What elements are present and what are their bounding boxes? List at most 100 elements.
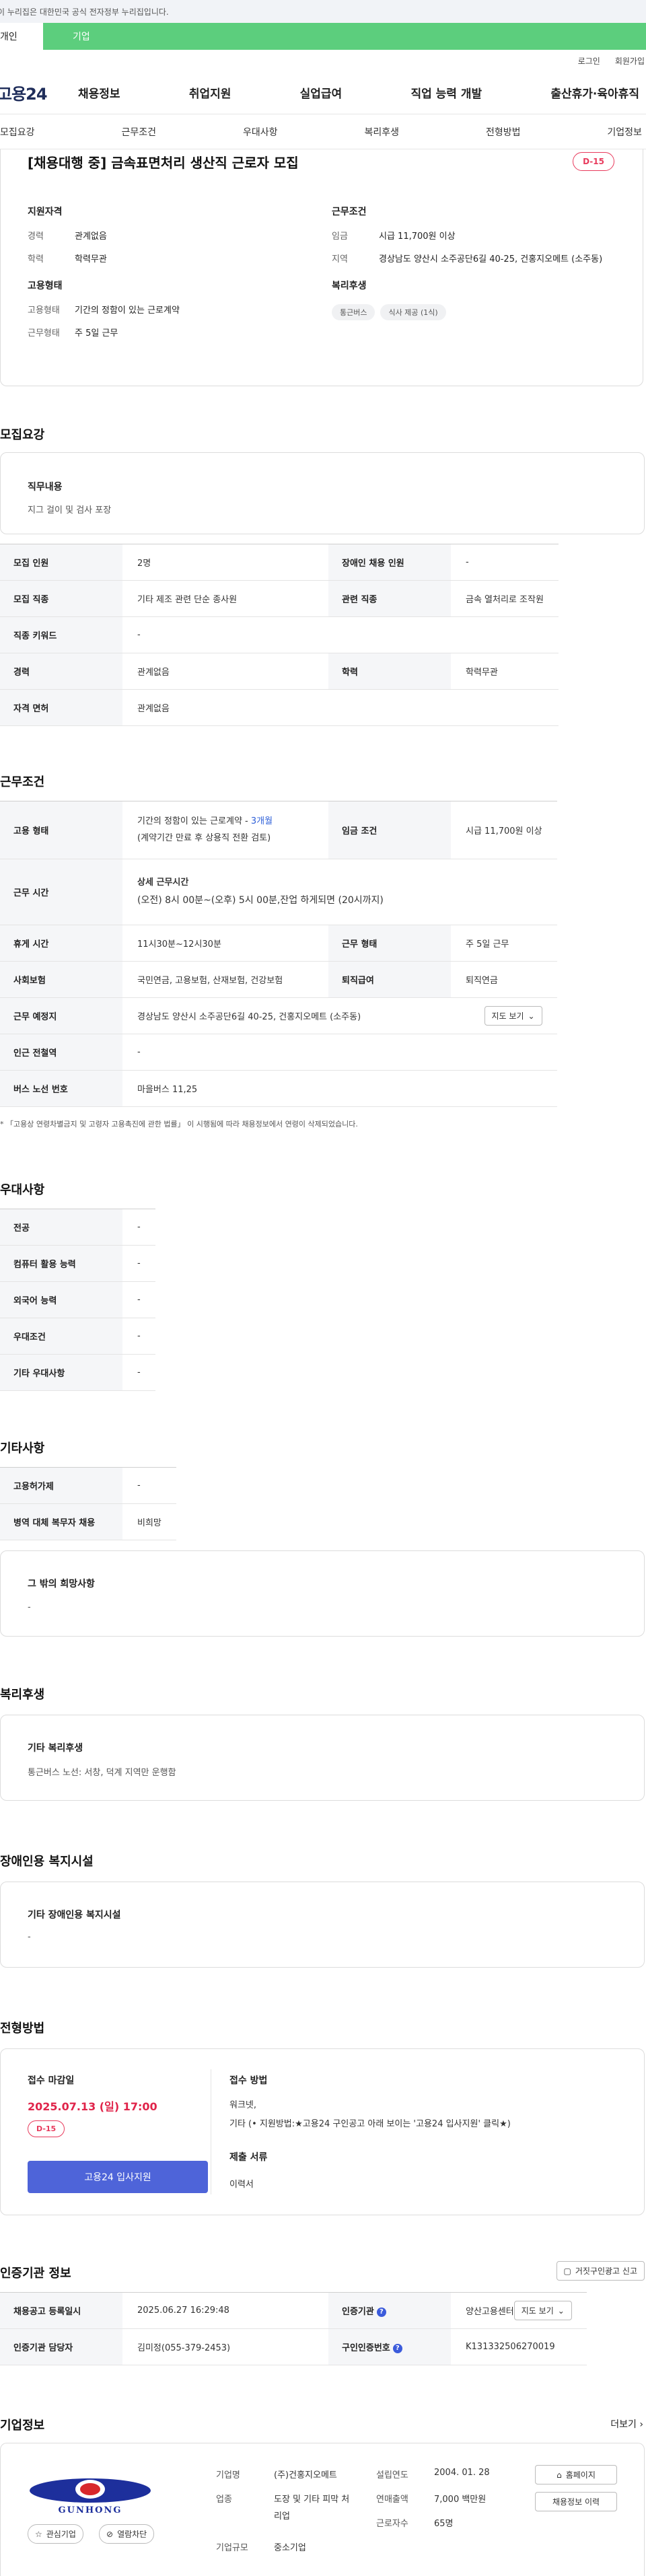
apply-box: 접수 마감일 2025.07.13 (일) 17:00 D-15 고용24 입사… <box>0 2048 645 2215</box>
summary-row: 고용형태 기간의 정함이 있는 근로계약 <box>28 306 180 316</box>
table-row: 경력 관계없음 학력 학력무관 <box>0 653 559 690</box>
summary-row: 근무형태 주 5일 근무 <box>28 328 118 339</box>
gov-banner: 이 누리집은 대한민국 공식 전자정부 누리집입니다. <box>0 0 646 23</box>
tab-personal[interactable]: 개인 <box>0 23 43 50</box>
info-icon[interactable]: ? <box>376 2307 386 2317</box>
summary-row: 지역 경상남도 양산시 소주공단6길 40-25, 건홍지오메트 (소주동) <box>332 254 603 265</box>
table-row: 휴게 시간 11시30분~12시30분 근무 형태 주 5일 근무 <box>0 925 557 962</box>
section-recruit-title: 모집요강 <box>0 428 45 442</box>
dday-badge: D-15 <box>573 152 614 171</box>
user-type-tabs: 개인 기업 <box>0 23 646 50</box>
gnb-item-jobs[interactable]: 채용정보 <box>78 84 120 101</box>
table-row: 병역 대체 복무자 채용 비희망 <box>0 1503 176 1540</box>
gnb-item-training[interactable]: 직업 능력 개발 <box>410 84 482 101</box>
summary-welfare: 복리후생 통근버스 식사 제공 (1식) <box>332 279 616 350</box>
section-welfare-title: 복리후생 <box>0 1688 45 1702</box>
table-row: 외국어 능력 - <box>0 1281 155 1318</box>
section-apply-title: 전형방법 <box>0 2022 45 2036</box>
chevron-down-icon: ⌄ <box>528 1011 535 1021</box>
work-table: 고용 형태 기간의 정함이 있는 근로계약 - 3개월 (계약기간 만료 후 상용… <box>0 801 557 1107</box>
gnb-menu: 채용정보 취업지원 실업급여 직업 능력 개발 출산휴가·육아휴직 <box>78 84 646 101</box>
table-row: 버스 노선 번호 마을버스 11,25 <box>0 1070 557 1107</box>
cert-table: 채용공고 등록일시 2025.06.27 16:29:48 인증기관? 양산고용센… <box>0 2292 587 2365</box>
welfare-chip: 통근버스 <box>332 304 375 321</box>
table-row: 우대조건 - <box>0 1318 155 1355</box>
pref-table: 전공 - 컴퓨터 활용 능력 - 외국어 능력 - 우대조건 - 기타 우대사항 - <box>0 1209 155 1391</box>
more-link[interactable]: 더보기 › <box>610 2417 643 2431</box>
gnb-item-unemployment[interactable]: 실업급여 <box>300 84 343 101</box>
section-cert-title: 인증기관 정보 <box>0 2266 71 2281</box>
block-icon: ⊘ <box>106 2529 114 2539</box>
section-company-title: 기업정보 <box>0 2419 45 2433</box>
dday-badge: D-15 <box>28 2120 65 2137</box>
homepage-button[interactable]: ⌂ 홈페이지 <box>535 2465 617 2484</box>
age-note: * 「고용상 연령차별금지 및 고령자 고용촉진에 관한 법률」 이 시행됨에 … <box>0 1120 358 1129</box>
tab-company[interactable]: 기업 <box>43 23 646 50</box>
login-link[interactable]: 로그인 <box>578 55 600 67</box>
table-row: 모집 인원 2명 장애인 채용 인원 - <box>0 544 559 581</box>
welfare-box: 기타 복리후생 통근버스 노선: 서창, 덕계 지역만 운행함 <box>0 1715 645 1801</box>
company-box: GUNHONG ☆ 관심기업 ⊘ 열람차단 기업명 (주)건홍지오메트 업종 도장 … <box>0 2443 645 2576</box>
summary-cond: 근무조건 임금 시급 11,700원 이상 지역 경상남도 양산시 소주공단6길 4… <box>332 205 616 276</box>
job-desc-box: 직무내용 지그 걸이 및 검사 포장 <box>0 452 645 534</box>
table-row: 근무 예정지 경상남도 양산시 소주공단6길 40-25, 건홍지오메트 (소주… <box>0 997 557 1034</box>
star-icon: ☆ <box>35 2529 42 2539</box>
chevron-down-icon: ⌄ <box>557 2305 565 2316</box>
favorite-company-button[interactable]: ☆ 관심기업 <box>28 2524 83 2544</box>
table-row: 고용허가제 - <box>0 1467 176 1504</box>
home-icon: ⌂ <box>557 2470 562 2480</box>
table-row: 근무 시간 상세 근무시간 (오전) 8시 00분~(오후) 5시 00분,잔업 … <box>0 859 557 925</box>
report-button[interactable]: ▢ 거짓구인광고 신고 <box>556 2261 645 2281</box>
summary-emp: 고용형태 고용형태 기간의 정함이 있는 근로계약 근무형태 주 5일 근무 <box>28 279 312 350</box>
block-view-button[interactable]: ⊘ 열람차단 <box>99 2524 155 2544</box>
summary-qual: 지원자격 경력 관계없음 학력 학력무관 <box>28 205 312 276</box>
table-row: 인근 전철역 - <box>0 1034 557 1071</box>
company-logo: GUNHONG <box>28 2470 153 2517</box>
section-etc-title: 기타사항 <box>0 1441 45 1456</box>
table-row: 컴퓨터 활용 능력 - <box>0 1245 155 1282</box>
chevron-right-icon: › <box>639 2419 643 2430</box>
summary-row: 경력 관계없음 <box>28 231 107 242</box>
table-row: 자격 면허 관계없음 <box>0 689 559 726</box>
global-nav: 고용24 채용정보 취업지원 실업급여 직업 능력 개발 출산휴가·육아휴직 <box>0 71 646 114</box>
site-logo[interactable]: 고용24 <box>0 81 78 104</box>
table-row: 기타 우대사항 - <box>0 1354 155 1391</box>
gnb-item-employment-support[interactable]: 취업지원 <box>189 84 231 101</box>
recruit-table: 모집 인원 2명 장애인 채용 인원 - 모집 직종 기타 제조 관련 단순 종사원 관련… <box>0 544 559 726</box>
welfare-chip: 식사 제공 (1식) <box>380 304 446 321</box>
anchor-tabs: 모집요강 근무조건 우대사항 복리후생 전형방법 기업정보 <box>0 114 646 149</box>
summary-card: [채용대행 중] 금속표면처리 생산직 근로자 모집 D-15 지원자격 경력 관… <box>0 149 643 386</box>
tab-apply[interactable]: 전형방법 <box>486 125 521 139</box>
section-work-title: 근무조건 <box>0 775 45 789</box>
tab-recruit[interactable]: 모집요강 <box>0 125 35 139</box>
disabled-box: 기타 장애인용 복지시설 - <box>0 1882 645 1968</box>
job-history-button[interactable]: 채용정보 이력 <box>535 2492 617 2511</box>
top-links: 로그인 회원가입 <box>0 50 646 71</box>
summary-row: 임금 시급 11,700원 이상 <box>332 231 456 242</box>
table-row: 채용공고 등록일시 2025.06.27 16:29:48 인증기관? 양산고용센… <box>0 2292 587 2329</box>
gnb-item-leave[interactable]: 출산휴가·육아휴직 <box>550 84 639 101</box>
map-view-button[interactable]: 지도 보기 ⌄ <box>513 2301 572 2320</box>
info-icon[interactable]: ? <box>392 2343 402 2353</box>
summary-grid: 지원자격 경력 관계없음 학력 학력무관 근무조건 임금 시급 11,700원 이상 … <box>28 205 616 351</box>
deadline-date: 2025.07.13 (일) 17:00 <box>28 2100 157 2113</box>
hope-box: 그 밖의 희망사항 - <box>0 1550 645 1637</box>
table-row: 사회보험 국민연금, 고용보험, 산재보험, 건강보험 퇴직급여 퇴직연금 <box>0 961 557 998</box>
tab-work[interactable]: 근무조건 <box>121 125 156 139</box>
document-icon: ▢ <box>563 2266 571 2276</box>
table-row: 전공 - <box>0 1209 155 1246</box>
tab-welfare[interactable]: 복리후생 <box>364 125 399 139</box>
tab-pref[interactable]: 우대사항 <box>243 125 278 139</box>
tab-company[interactable]: 기업정보 <box>607 125 642 139</box>
summary-row: 학력 학력무관 <box>28 254 107 265</box>
apply-button[interactable]: 고용24 입사지원 <box>28 2161 208 2193</box>
table-row: 고용 형태 기간의 정함이 있는 근로계약 - 3개월 (계약기간 만료 후 상용… <box>0 801 557 859</box>
section-disabled-title: 장애인용 복지시설 <box>0 1855 94 1869</box>
table-row: 모집 직종 기타 제조 관련 단순 종사원 관련 직종 금속 열처리로 조작원 <box>0 580 559 617</box>
table-row: 인증기관 담당자 김미정(055-379-2453) 구인인증번호? K13133… <box>0 2328 587 2365</box>
section-pref-title: 우대사항 <box>0 1183 45 1197</box>
etc-table: 고용허가제 - 병역 대체 복무자 채용 비희망 <box>0 1467 176 1540</box>
table-row: 직종 키워드 - <box>0 616 559 653</box>
map-view-button[interactable]: 지도 보기 ⌄ <box>484 1006 542 1026</box>
signup-link[interactable]: 회원가입 <box>615 55 645 67</box>
